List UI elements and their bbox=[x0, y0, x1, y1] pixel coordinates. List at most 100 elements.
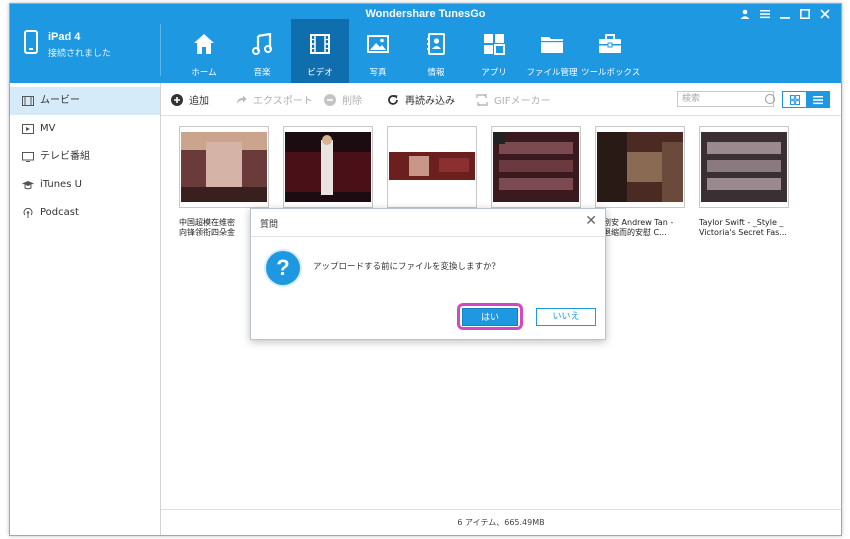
main-nav: ホーム 音楽 ビデオ 写真 情報 アプリ ファイル管理 ツールボックス bbox=[175, 19, 641, 83]
video-item[interactable] bbox=[283, 126, 373, 218]
search-icon[interactable] bbox=[765, 94, 775, 104]
sidebar-item-label: iTunes U bbox=[40, 179, 82, 190]
video-thumbnail bbox=[283, 126, 373, 208]
video-icon bbox=[308, 32, 332, 56]
graduation-cap-icon bbox=[22, 181, 34, 190]
mv-icon bbox=[22, 124, 34, 134]
dialog-message: アップロードする前にファイルを変換しますか？ bbox=[313, 262, 501, 272]
export-button[interactable]: エクスポート bbox=[235, 92, 313, 107]
ipad-icon bbox=[24, 30, 38, 54]
video-title: 韩剧安 Andrew Tan - bbox=[595, 218, 674, 227]
nav-files[interactable]: ファイル管理 bbox=[523, 19, 581, 83]
video-item[interactable]: 韩剧安 Andrew Tan - 怎退缩而的安慰 C... bbox=[595, 126, 685, 238]
nav-home[interactable]: ホーム bbox=[175, 19, 233, 83]
close-icon[interactable] bbox=[815, 6, 835, 24]
dialog-divider bbox=[251, 236, 605, 237]
nav-toolbox[interactable]: ツールボックス bbox=[581, 19, 641, 83]
video-thumbnail bbox=[491, 126, 581, 208]
refresh-icon bbox=[388, 94, 398, 105]
sidebar-item-label: MV bbox=[40, 123, 56, 134]
sidebar: ムービー MV テレビ番組 iTunes U Podcast bbox=[10, 83, 161, 535]
device-info: iPad 4 接続されました bbox=[10, 22, 160, 82]
sidebar-item-label: ムービー bbox=[40, 95, 80, 106]
view-toggle bbox=[782, 91, 830, 108]
nav-label: アプリ bbox=[481, 68, 507, 78]
confirm-dialog: 質問 ✕ ? アップロードする前にファイルを変換しますか？ はい いいえ bbox=[250, 208, 606, 340]
gif-maker-button[interactable]: GIFメーカー bbox=[476, 92, 550, 107]
video-thumbnail bbox=[179, 126, 269, 208]
nav-label: 写真 bbox=[369, 68, 387, 78]
video-thumbnail bbox=[595, 126, 685, 208]
grid-view-button[interactable] bbox=[783, 92, 806, 107]
toolbar: 追加 エクスポート 削除 再読み込み GIFメーカー 検索 bbox=[161, 83, 841, 116]
nav-video[interactable]: ビデオ bbox=[291, 19, 349, 83]
device-name: iPad 4 bbox=[48, 31, 81, 43]
photo-icon bbox=[366, 32, 390, 56]
video-title-line2: 怎退缩而的安慰 C... bbox=[595, 228, 667, 237]
sidebar-item-movies[interactable]: ムービー bbox=[10, 87, 160, 115]
home-icon bbox=[192, 32, 216, 56]
status-bar: 6 アイテム、665.49MB bbox=[161, 509, 841, 535]
delete-button[interactable]: 削除 bbox=[324, 92, 362, 107]
folder-icon bbox=[540, 32, 564, 56]
gif-maker-icon bbox=[476, 93, 488, 106]
nav-label: ファイル管理 bbox=[526, 68, 578, 78]
video-item[interactable] bbox=[387, 126, 477, 218]
video-title-line2: Victoria's Secret Fas... bbox=[699, 228, 787, 237]
refresh-button[interactable]: 再読み込み bbox=[387, 92, 455, 107]
list-icon bbox=[812, 95, 823, 104]
music-icon bbox=[250, 32, 274, 56]
nav-label: 音楽 bbox=[253, 68, 271, 78]
sidebar-item-label: Podcast bbox=[40, 207, 79, 218]
sidebar-item-mv[interactable]: MV bbox=[10, 115, 160, 143]
nav-photo[interactable]: 写真 bbox=[349, 19, 407, 83]
maximize-icon[interactable] bbox=[795, 6, 815, 24]
nav-apps[interactable]: アプリ bbox=[465, 19, 523, 83]
user-icon[interactable] bbox=[735, 6, 755, 24]
apps-icon bbox=[482, 32, 506, 56]
video-item[interactable]: Taylor Swift - _Style _ Victoria's Secre… bbox=[699, 126, 789, 238]
nav-info[interactable]: 情報 bbox=[407, 19, 465, 83]
top-bar: Wondershare TunesGo iPad 4 接続されました ホーム 音… bbox=[10, 4, 841, 83]
add-label: 追加 bbox=[189, 96, 209, 107]
sidebar-item-label: テレビ番組 bbox=[40, 151, 90, 162]
podcast-icon bbox=[23, 208, 33, 218]
grid-icon bbox=[789, 94, 800, 105]
delete-icon bbox=[324, 93, 336, 106]
add-button[interactable]: 追加 bbox=[171, 92, 209, 107]
no-button[interactable]: いいえ bbox=[536, 308, 596, 326]
sidebar-item-itunes-u[interactable]: iTunes U bbox=[10, 171, 160, 199]
video-thumbnail bbox=[699, 126, 789, 208]
list-view-button[interactable] bbox=[806, 92, 829, 107]
sidebar-item-podcast[interactable]: Podcast bbox=[10, 199, 160, 227]
yes-button-highlight: はい bbox=[457, 303, 523, 330]
nav-label: ビデオ bbox=[307, 68, 333, 78]
toolbox-icon bbox=[598, 32, 622, 56]
menu-icon[interactable] bbox=[755, 6, 775, 24]
header-divider bbox=[160, 24, 161, 76]
add-icon bbox=[171, 93, 183, 106]
film-icon bbox=[22, 96, 34, 106]
contacts-icon bbox=[424, 32, 448, 56]
nav-label: ホーム bbox=[191, 68, 217, 78]
video-thumbnail bbox=[387, 126, 477, 208]
nav-label: 情報 bbox=[427, 68, 445, 78]
refresh-label: 再読み込み bbox=[405, 96, 455, 107]
dialog-title: 質問 bbox=[260, 220, 279, 230]
minimize-icon[interactable] bbox=[775, 6, 795, 24]
nav-label: ツールボックス bbox=[581, 68, 641, 78]
export-label: エクスポート bbox=[253, 96, 313, 107]
delete-label: 削除 bbox=[342, 96, 362, 107]
video-title: Taylor Swift - _Style _ bbox=[699, 218, 784, 227]
sidebar-item-tv[interactable]: テレビ番組 bbox=[10, 143, 160, 171]
search-input[interactable]: 検索 bbox=[677, 91, 774, 107]
video-item[interactable] bbox=[491, 126, 581, 218]
device-status: 接続されました bbox=[48, 49, 112, 59]
gif-maker-label: GIFメーカー bbox=[494, 96, 551, 107]
export-icon bbox=[237, 95, 247, 104]
nav-music[interactable]: 音楽 bbox=[233, 19, 291, 83]
close-icon[interactable]: ✕ bbox=[585, 213, 597, 229]
app-window: Wondershare TunesGo iPad 4 接続されました ホーム 音… bbox=[9, 3, 842, 536]
question-icon: ? bbox=[266, 251, 300, 285]
yes-button[interactable]: はい bbox=[462, 307, 518, 326]
